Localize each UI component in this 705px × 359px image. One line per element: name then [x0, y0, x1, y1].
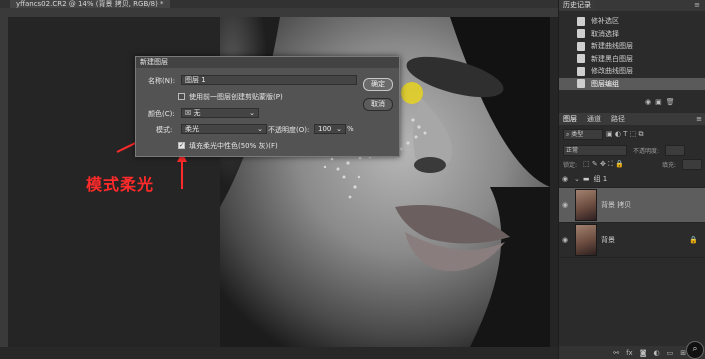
zoom-search-icon[interactable]: ⌕	[686, 341, 704, 359]
color-label: 颜色(C):	[148, 110, 175, 118]
right-panel-dock: 历史记录 ≡ 修补选区 取消选择 新建曲线图层 新建黑白图层 修改曲线图层 图层…	[558, 0, 705, 359]
history-step-icon	[577, 29, 585, 39]
link-icon[interactable]: ⚯	[613, 349, 619, 357]
new-document-icon[interactable]: ▣	[655, 98, 666, 106]
layer-name: 背景	[601, 236, 615, 244]
eye-icon[interactable]: ◉	[559, 236, 571, 244]
history-item-label: 取消选择	[591, 29, 619, 38]
tab-layers[interactable]: 图层	[563, 114, 577, 124]
trash-icon[interactable]: 🗑	[666, 98, 679, 106]
history-item-label: 修改曲线图层	[591, 67, 633, 76]
color-swatch-icon: ☒	[185, 109, 192, 117]
history-item-label: 图层编组	[591, 79, 619, 88]
eye-icon[interactable]: ◉	[559, 175, 571, 183]
layers-footer: ⚯ fx ◙ ◐ ▭ ⊞ 🗑	[559, 346, 705, 359]
lock-label: 锁定:	[563, 161, 578, 169]
lock-row: 锁定: ⬚ ✎ ✥ ⛶ 🔒 填充:	[559, 157, 705, 171]
layer-filter-row: ⌕ 类型 ▣ ◐ T ⬚ ⧉	[559, 125, 705, 143]
opacity-input[interactable]: 100 ⌄	[314, 124, 346, 134]
name-label: 名称(N):	[148, 77, 176, 85]
history-actions: ◉▣🗑	[645, 98, 679, 106]
opacity-label: 不透明度(O):	[268, 126, 310, 134]
folder-icon: ▬	[582, 175, 590, 183]
layer-name: 背景 拷贝	[601, 201, 632, 209]
history-step-icon	[577, 16, 585, 26]
panel-menu-icon[interactable]: ≡	[694, 1, 700, 9]
layer-row-group[interactable]: ◉ ⌄ ▬ 组 1	[559, 171, 705, 188]
mode-label: 模式:	[156, 126, 173, 134]
history-panel-header: 历史记录 ≡	[559, 0, 705, 11]
history-item-selected[interactable]: 图层编组	[559, 77, 705, 90]
history-list: 修补选区 取消选择 新建曲线图层 新建黑白图层 修改曲线图层 图层编组	[559, 15, 705, 90]
history-step-icon	[577, 54, 585, 64]
layer-name-input[interactable]: 图层 1	[181, 75, 357, 85]
cancel-button[interactable]: 取消	[363, 98, 393, 111]
history-tab[interactable]: 历史记录	[559, 0, 595, 11]
tab-paths[interactable]: 路径	[611, 114, 625, 124]
layer-name: 组 1	[593, 175, 608, 183]
layer-kind-filter[interactable]: ⌕ 类型	[563, 128, 603, 140]
mode-select[interactable]: 柔光 ⌄	[181, 124, 267, 134]
history-step-icon	[577, 79, 585, 89]
mode-value: 柔光	[185, 125, 199, 133]
layer-kind-label: 类型	[571, 130, 584, 138]
history-item-label: 修补选区	[591, 17, 619, 26]
color-value: 无	[193, 109, 201, 117]
lock-icon: 🔒	[689, 236, 698, 244]
chevron-down-icon[interactable]: ⌄	[574, 175, 580, 183]
blend-row: 正常 不透明度:	[559, 143, 705, 157]
mask-icon[interactable]: ◙	[640, 349, 647, 357]
dialog-title: 新建图层	[136, 57, 399, 68]
fill-label: 填充:	[661, 161, 676, 169]
layer-thumbnail	[575, 224, 597, 256]
fill-neutral-checkbox[interactable]: ✓	[178, 142, 185, 149]
search-icon: ⌕	[566, 130, 570, 138]
color-select[interactable]: ☒ 无 ⌄	[181, 108, 259, 118]
fx-icon[interactable]: fx	[626, 349, 633, 357]
opacity-unit: %	[347, 125, 354, 133]
history-item[interactable]: 新建黑白图层	[559, 53, 705, 66]
new-group-icon[interactable]: ▭	[667, 349, 674, 357]
history-item[interactable]: 修补选区	[559, 15, 705, 28]
fill-neutral-label: 填充柔光中性色(50% 灰)(F)	[189, 142, 278, 150]
history-step-icon	[577, 41, 585, 51]
filter-icons[interactable]: ▣ ◐ T ⬚ ⧉	[606, 130, 644, 139]
layer-row-background[interactable]: ◉ 背景 🔒	[559, 223, 705, 258]
annotation-text: 模式柔光	[86, 175, 155, 194]
opacity-value: 100	[318, 125, 332, 133]
chevron-down-icon: ⌄	[249, 109, 255, 117]
adjustment-icon[interactable]: ◐	[654, 349, 660, 357]
history-item-label: 新建黑白图层	[591, 54, 633, 63]
tab-channels[interactable]: 通道	[587, 114, 601, 124]
new-layer-dialog: 新建图层 名称(N): 图层 1 使用前一图层创建剪贴蒙版(P) 颜色(C): …	[135, 56, 400, 157]
blend-mode-select[interactable]: 正常	[563, 144, 627, 156]
layer-fill-input[interactable]	[682, 158, 702, 170]
layer-thumbnail	[575, 189, 597, 221]
ok-button[interactable]: 确定	[363, 78, 393, 91]
chevron-down-icon: ⌄	[257, 125, 263, 133]
history-item[interactable]: 取消选择	[559, 28, 705, 41]
panel-menu-icon[interactable]: ≡	[696, 115, 702, 123]
layer-opacity-input[interactable]	[665, 144, 686, 156]
eye-icon[interactable]: ◉	[559, 201, 571, 209]
layer-opacity-label: 不透明度:	[633, 147, 660, 155]
chevron-down-icon: ⌄	[336, 125, 342, 133]
layers-panel: 图层 通道 路径 ≡ ⌕ 类型 ▣ ◐ T ⬚ ⧉ 正常 不透明度: 锁定: ⬚…	[559, 113, 705, 258]
lock-icons[interactable]: ⬚ ✎ ✥ ⛶ 🔒	[583, 160, 624, 169]
snapshot-icon[interactable]: ◉	[645, 98, 655, 106]
clip-mask-label: 使用前一图层创建剪贴蒙版(P)	[189, 93, 283, 101]
layer-row-background-copy[interactable]: ◉ 背景 拷贝	[559, 188, 705, 223]
layers-panel-tabs: 图层 通道 路径 ≡	[559, 113, 705, 125]
clip-mask-checkbox[interactable]	[178, 93, 185, 100]
history-item[interactable]: 修改曲线图层	[559, 65, 705, 78]
history-step-icon	[577, 66, 585, 76]
history-item[interactable]: 新建曲线图层	[559, 40, 705, 53]
history-item-label: 新建曲线图层	[591, 42, 633, 51]
